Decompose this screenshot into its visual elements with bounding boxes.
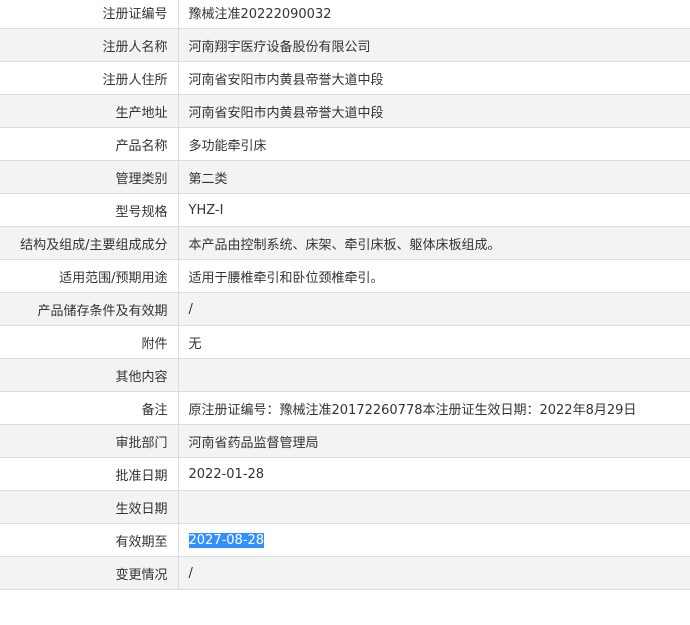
field-value: 河南省安阳市内黄县帝誉大道中段 (178, 61, 690, 95)
field-label: 审批部门 (0, 424, 179, 458)
row-model-spec: 型号规格 YHZ-I (0, 193, 690, 227)
registration-info-table: 注册证编号 豫械注准20222090032 注册人名称 河南翔宇医疗设备股份有限… (0, 0, 690, 590)
field-value: 无 (178, 325, 690, 359)
field-value: YHZ-I (178, 193, 690, 227)
field-label: 备注 (0, 391, 179, 425)
row-effective-date: 生效日期 (0, 490, 690, 524)
field-label: 结构及组成/主要组成成分 (0, 226, 179, 260)
field-label: 其他内容 (0, 358, 179, 392)
row-attachment: 附件 无 (0, 325, 690, 359)
field-label: 变更情况 (0, 556, 179, 590)
row-structure-composition: 结构及组成/主要组成成分 本产品由控制系统、床架、牵引床板、躯体床板组成。 (0, 226, 690, 260)
field-label: 生效日期 (0, 490, 179, 524)
field-value: / (178, 292, 690, 326)
field-value: 本产品由控制系统、床架、牵引床板、躯体床板组成。 (178, 226, 690, 260)
field-value: / (178, 556, 690, 590)
row-approval-date: 批准日期 2022-01-28 (0, 457, 690, 491)
row-registrant-name: 注册人名称 河南翔宇医疗设备股份有限公司 (0, 28, 690, 62)
field-value: 原注册证编号：豫械注准20172260778本注册证生效日期：2022年8月29… (178, 391, 690, 425)
row-valid-until: 有效期至 2027-08-28 (0, 523, 690, 557)
row-storage-validity: 产品储存条件及有效期 / (0, 292, 690, 326)
row-product-name: 产品名称 多功能牵引床 (0, 127, 690, 161)
row-change-status: 变更情况 / (0, 556, 690, 590)
row-other-content: 其他内容 (0, 358, 690, 392)
field-value: 河南省药品监督管理局 (178, 424, 690, 458)
row-production-address: 生产地址 河南省安阳市内黄县帝誉大道中段 (0, 94, 690, 128)
field-label: 注册人名称 (0, 28, 179, 62)
row-intended-use: 适用范围/预期用途 适用于腰椎牵引和卧位颈椎牵引。 (0, 259, 690, 293)
field-label: 批准日期 (0, 457, 179, 491)
field-label: 产品名称 (0, 127, 179, 161)
row-registration-number: 注册证编号 豫械注准20222090032 (0, 0, 690, 29)
field-label: 附件 (0, 325, 179, 359)
field-value: 2027-08-28 (178, 523, 690, 557)
field-label: 型号规格 (0, 193, 179, 227)
field-value: 河南翔宇医疗设备股份有限公司 (178, 28, 690, 62)
field-label: 适用范围/预期用途 (0, 259, 179, 293)
field-value: 河南省安阳市内黄县帝誉大道中段 (178, 94, 690, 128)
field-value: 多功能牵引床 (178, 127, 690, 161)
field-value: 2022-01-28 (178, 457, 690, 491)
field-value (178, 490, 690, 524)
field-value (178, 358, 690, 392)
field-label: 注册人住所 (0, 61, 179, 95)
row-registrant-address: 注册人住所 河南省安阳市内黄县帝誉大道中段 (0, 61, 690, 95)
field-label: 产品储存条件及有效期 (0, 292, 179, 326)
row-approval-department: 审批部门 河南省药品监督管理局 (0, 424, 690, 458)
field-label: 生产地址 (0, 94, 179, 128)
field-value: 第二类 (178, 160, 690, 194)
row-management-category: 管理类别 第二类 (0, 160, 690, 194)
row-remarks: 备注 原注册证编号：豫械注准20172260778本注册证生效日期：2022年8… (0, 391, 690, 425)
field-label: 注册证编号 (0, 0, 179, 29)
field-label: 有效期至 (0, 523, 179, 557)
field-label: 管理类别 (0, 160, 179, 194)
selected-valid-until-text[interactable]: 2027-08-28 (188, 532, 265, 548)
field-value: 适用于腰椎牵引和卧位颈椎牵引。 (178, 259, 690, 293)
field-value: 豫械注准20222090032 (178, 0, 690, 29)
